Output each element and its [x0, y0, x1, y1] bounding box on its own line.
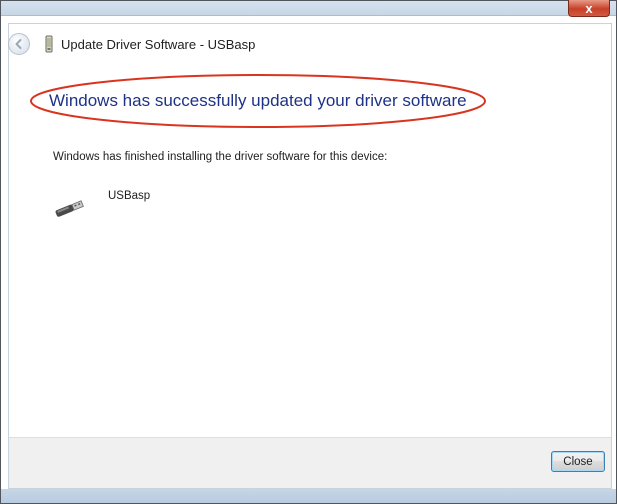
device-name: USBasp: [108, 190, 151, 202]
dialog-footer: Close: [9, 437, 611, 488]
close-icon: x: [585, 0, 593, 16]
window-close-button[interactable]: x: [568, 0, 610, 17]
window-frame-top: x: [1, 0, 616, 17]
update-driver-dialog: x Update Driver Software - USBasp Window…: [0, 0, 617, 504]
close-button[interactable]: Close: [551, 451, 605, 472]
usb-device-icon: [45, 35, 53, 53]
usb-plug-icon: [55, 200, 84, 217]
status-message: Windows has finished installing the driv…: [53, 151, 388, 163]
back-arrow-icon: [15, 39, 22, 49]
dialog-title: Update Driver Software - USBasp: [61, 36, 256, 52]
dialog-title-bar: Update Driver Software - USBasp: [8, 33, 606, 55]
window-frame-bottom: [1, 489, 616, 503]
back-button[interactable]: [8, 33, 30, 55]
red-ellipse-annotation: [30, 74, 486, 128]
